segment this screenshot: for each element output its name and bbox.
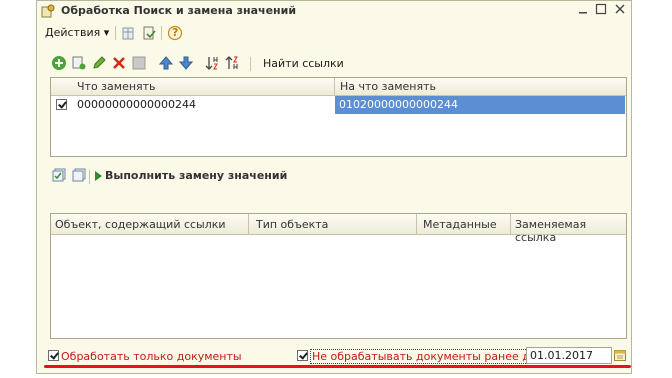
help-button[interactable]: ? xyxy=(167,25,183,41)
delete-icon[interactable] xyxy=(111,55,127,71)
links-table: Объект, содержащий ссылки Тип объекта Ме… xyxy=(50,213,627,339)
close-icon xyxy=(615,4,625,14)
cell-to[interactable]: 01020000000000244 xyxy=(335,96,625,114)
minimize-button[interactable] xyxy=(575,3,591,19)
only-documents-label[interactable]: Обработать только документы xyxy=(61,350,242,363)
action-bar: Выполнить замену значений xyxy=(37,166,631,186)
options-bar: Обработать только документы Не обрабатыв… xyxy=(37,347,631,367)
links-table-header: Объект, содержащий ссылки Тип объекта Ме… xyxy=(51,214,626,244)
help-symbol: ? xyxy=(172,26,179,39)
end-edit-icon[interactable] xyxy=(131,55,147,71)
calendar-icon[interactable] xyxy=(614,349,626,361)
column-replaced-link[interactable]: Заменяемая ссылка xyxy=(515,218,626,244)
add-icon[interactable] xyxy=(51,55,67,71)
window-title: Обработка Поиск и замена значений xyxy=(61,4,297,17)
run-replace-button[interactable]: Выполнить замену значений xyxy=(105,169,287,182)
play-icon xyxy=(95,171,102,181)
processing-icon xyxy=(41,4,55,18)
title-bar: Обработка Поиск и замена значений xyxy=(37,1,631,21)
toolbar-divider xyxy=(250,57,251,71)
move-up-icon[interactable] xyxy=(158,55,174,71)
check-all-icon[interactable] xyxy=(51,167,67,183)
move-down-icon[interactable] xyxy=(178,55,194,71)
column-type[interactable]: Тип объекта xyxy=(256,218,328,231)
column-to[interactable]: На что заменять xyxy=(340,80,436,93)
table-icon[interactable] xyxy=(121,25,137,41)
menu-divider xyxy=(115,26,116,40)
skip-before-date-label[interactable]: Не обрабатывать документы ранее даты xyxy=(310,349,554,364)
find-links-button[interactable]: Найти ссылки xyxy=(263,57,344,70)
chevron-down-icon: ▾ xyxy=(103,26,110,39)
sort-descending-icon[interactable] xyxy=(224,55,240,71)
menu-divider xyxy=(161,26,162,40)
replace-toolbar: Найти ссылки xyxy=(37,53,631,73)
toolbar-divider xyxy=(89,170,90,184)
menu-bar: Действия ▾ ? xyxy=(37,23,631,43)
column-divider xyxy=(334,78,335,95)
only-documents-checkbox[interactable] xyxy=(48,350,59,361)
replace-table: Что заменять На что заменять 00000000000… xyxy=(50,77,627,157)
column-metadata[interactable]: Метаданные xyxy=(423,218,497,231)
column-divider xyxy=(416,214,417,234)
maximize-button[interactable] xyxy=(593,3,609,19)
column-divider xyxy=(510,214,511,234)
actions-menu[interactable]: Действия ▾ xyxy=(45,26,109,39)
actions-menu-label: Действия xyxy=(45,26,101,39)
save-object-icon[interactable] xyxy=(141,25,157,41)
highlight-underline xyxy=(44,365,631,368)
column-divider xyxy=(248,214,249,234)
sort-ascending-icon[interactable] xyxy=(204,55,220,71)
column-object[interactable]: Объект, содержащий ссылки xyxy=(55,218,226,231)
processing-window: Обработка Поиск и замена значений Действ… xyxy=(36,0,632,374)
copy-icon[interactable] xyxy=(71,55,87,71)
edit-icon[interactable] xyxy=(91,55,107,71)
skip-before-date-checkbox[interactable] xyxy=(297,350,308,361)
maximize-icon xyxy=(595,3,607,15)
close-button[interactable] xyxy=(612,3,628,19)
replace-table-header: Что заменять На что заменять xyxy=(51,78,626,96)
table-row[interactable]: 00000000000000244 01020000000000244 xyxy=(51,96,626,114)
minimize-icon xyxy=(579,12,587,14)
row-checkbox[interactable] xyxy=(56,99,67,110)
uncheck-all-icon[interactable] xyxy=(71,167,87,183)
cell-what[interactable]: 00000000000000244 xyxy=(73,96,333,114)
column-what[interactable]: Что заменять xyxy=(77,80,156,93)
date-field[interactable]: 01.01.2017 xyxy=(526,347,612,364)
